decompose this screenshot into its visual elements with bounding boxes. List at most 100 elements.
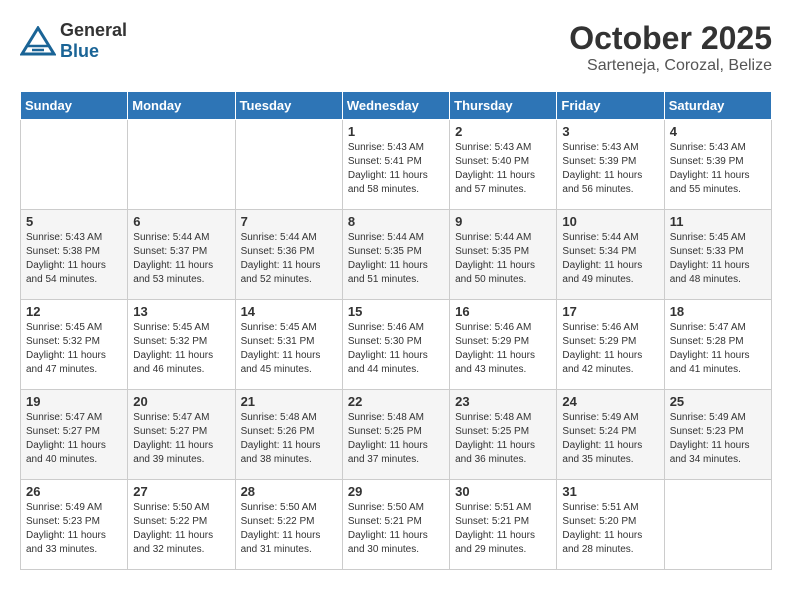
table-row (664, 480, 771, 570)
table-row: 10 Sunrise: 5:44 AM Sunset: 5:34 PM Dayli… (557, 210, 664, 300)
header-thursday: Thursday (450, 92, 557, 120)
calendar-week-row: 19 Sunrise: 5:47 AM Sunset: 5:27 PM Dayli… (21, 390, 772, 480)
table-row: 20 Sunrise: 5:47 AM Sunset: 5:27 PM Dayli… (128, 390, 235, 480)
table-row: 29Sunrise: 5:50 AM Sunset: 5:21 PM Dayli… (342, 480, 449, 570)
page-header: General Blue October 2025 Sarteneja, Cor… (20, 20, 772, 75)
day-number: 19 (26, 394, 122, 409)
day-info: Sunrise: 5:44 AM Sunset: 5:34 PM Dayligh… (562, 231, 658, 287)
table-row (128, 120, 235, 210)
day-info: Sunrise: 5:46 AM Sunset: 5:30 PM Dayligh… (348, 321, 444, 377)
day-info: Sunrise: 5:46 AM Sunset: 5:29 PM Dayligh… (455, 321, 551, 377)
day-info: Sunrise: 5:47 AM Sunset: 5:27 PM Dayligh… (26, 411, 122, 467)
day-info: Sunrise: 5:49 AM Sunset: 5:23 PM Dayligh… (670, 411, 766, 467)
table-row: 1Sunrise: 5:43 AM Sunset: 5:41 PM Daylig… (342, 120, 449, 210)
table-row: 9Sunrise: 5:44 AM Sunset: 5:35 PM Daylig… (450, 210, 557, 300)
day-number: 27 (133, 484, 229, 499)
day-info: Sunrise: 5:45 AM Sunset: 5:32 PM Dayligh… (133, 321, 229, 377)
day-number: 16 (455, 304, 551, 319)
day-number: 15 (348, 304, 444, 319)
table-row: 13 Sunrise: 5:45 AM Sunset: 5:32 PM Dayli… (128, 300, 235, 390)
day-number: 18 (670, 304, 766, 319)
day-info: Sunrise: 5:50 AM Sunset: 5:22 PM Dayligh… (133, 501, 229, 557)
day-number: 26 (26, 484, 122, 499)
table-row: 3 Sunrise: 5:43 AM Sunset: 5:39 PM Daylig… (557, 120, 664, 210)
weekday-header-row: Sunday Monday Tuesday Wednesday Thursday… (21, 92, 772, 120)
table-row: 23 Sunrise: 5:48 AM Sunset: 5:25 PM Dayli… (450, 390, 557, 480)
day-info: Sunrise: 5:46 AM Sunset: 5:29 PM Dayligh… (562, 321, 658, 377)
day-info: Sunrise: 5:47 AM Sunset: 5:27 PM Dayligh… (133, 411, 229, 467)
header-friday: Friday (557, 92, 664, 120)
table-row: 5 Sunrise: 5:43 AM Sunset: 5:38 PM Daylig… (21, 210, 128, 300)
day-number: 24 (562, 394, 658, 409)
table-row (235, 120, 342, 210)
day-number: 29 (348, 484, 444, 499)
table-row: 17Sunrise: 5:46 AM Sunset: 5:29 PM Dayli… (557, 300, 664, 390)
calendar-location: Sarteneja, Corozal, Belize (569, 57, 772, 75)
day-number: 21 (241, 394, 337, 409)
calendar-week-row: 26 Sunrise: 5:49 AM Sunset: 5:23 PM Dayli… (21, 480, 772, 570)
day-number: 3 (562, 124, 658, 139)
day-info: Sunrise: 5:49 AM Sunset: 5:24 PM Dayligh… (562, 411, 658, 467)
table-row: 25 Sunrise: 5:49 AM Sunset: 5:23 PM Dayli… (664, 390, 771, 480)
calendar-table: Sunday Monday Tuesday Wednesday Thursday… (20, 91, 772, 570)
table-row: 28 Sunrise: 5:50 AM Sunset: 5:22 PM Dayli… (235, 480, 342, 570)
calendar-week-row: 12 Sunrise: 5:45 AM Sunset: 5:32 PM Dayli… (21, 300, 772, 390)
day-info: Sunrise: 5:49 AM Sunset: 5:23 PM Dayligh… (26, 501, 122, 557)
day-info: Sunrise: 5:44 AM Sunset: 5:35 PM Dayligh… (348, 231, 444, 287)
table-row: 26 Sunrise: 5:49 AM Sunset: 5:23 PM Dayli… (21, 480, 128, 570)
day-info: Sunrise: 5:43 AM Sunset: 5:38 PM Dayligh… (26, 231, 122, 287)
table-row: 27 Sunrise: 5:50 AM Sunset: 5:22 PM Dayli… (128, 480, 235, 570)
header-saturday: Saturday (664, 92, 771, 120)
day-number: 28 (241, 484, 337, 499)
header-tuesday: Tuesday (235, 92, 342, 120)
day-info: Sunrise: 5:48 AM Sunset: 5:25 PM Dayligh… (455, 411, 551, 467)
day-number: 8 (348, 214, 444, 229)
day-number: 20 (133, 394, 229, 409)
table-row: 4Sunrise: 5:43 AM Sunset: 5:39 PM Daylig… (664, 120, 771, 210)
day-number: 25 (670, 394, 766, 409)
calendar-title: October 2025 (569, 20, 772, 57)
table-row: 19 Sunrise: 5:47 AM Sunset: 5:27 PM Dayli… (21, 390, 128, 480)
table-row: 14 Sunrise: 5:45 AM Sunset: 5:31 PM Dayli… (235, 300, 342, 390)
day-info: Sunrise: 5:48 AM Sunset: 5:25 PM Dayligh… (348, 411, 444, 467)
day-info: Sunrise: 5:45 AM Sunset: 5:31 PM Dayligh… (241, 321, 337, 377)
day-number: 7 (241, 214, 337, 229)
day-info: Sunrise: 5:44 AM Sunset: 5:36 PM Dayligh… (241, 231, 337, 287)
table-row: 22Sunrise: 5:48 AM Sunset: 5:25 PM Dayli… (342, 390, 449, 480)
header-monday: Monday (128, 92, 235, 120)
header-wednesday: Wednesday (342, 92, 449, 120)
table-row: 12Sunrise: 5:45 AM Sunset: 5:32 PM Dayli… (21, 300, 128, 390)
table-row: 8 Sunrise: 5:44 AM Sunset: 5:35 PM Daylig… (342, 210, 449, 300)
calendar-week-row: 5 Sunrise: 5:43 AM Sunset: 5:38 PM Daylig… (21, 210, 772, 300)
title-block: October 2025 Sarteneja, Corozal, Belize (569, 20, 772, 75)
table-row: 24 Sunrise: 5:49 AM Sunset: 5:24 PM Dayli… (557, 390, 664, 480)
table-row: 31 Sunrise: 5:51 AM Sunset: 5:20 PM Dayli… (557, 480, 664, 570)
day-number: 13 (133, 304, 229, 319)
day-number: 4 (670, 124, 766, 139)
day-number: 9 (455, 214, 551, 229)
day-info: Sunrise: 5:48 AM Sunset: 5:26 PM Dayligh… (241, 411, 337, 467)
day-number: 6 (133, 214, 229, 229)
day-info: Sunrise: 5:44 AM Sunset: 5:37 PM Dayligh… (133, 231, 229, 287)
table-row: 2Sunrise: 5:43 AM Sunset: 5:40 PM Daylig… (450, 120, 557, 210)
table-row: 16 Sunrise: 5:46 AM Sunset: 5:29 PM Dayli… (450, 300, 557, 390)
table-row (21, 120, 128, 210)
header-sunday: Sunday (21, 92, 128, 120)
day-info: Sunrise: 5:51 AM Sunset: 5:20 PM Dayligh… (562, 501, 658, 557)
day-info: Sunrise: 5:51 AM Sunset: 5:21 PM Dayligh… (455, 501, 551, 557)
day-number: 31 (562, 484, 658, 499)
day-number: 11 (670, 214, 766, 229)
table-row: 21 Sunrise: 5:48 AM Sunset: 5:26 PM Dayli… (235, 390, 342, 480)
day-number: 10 (562, 214, 658, 229)
day-info: Sunrise: 5:50 AM Sunset: 5:22 PM Dayligh… (241, 501, 337, 557)
day-number: 23 (455, 394, 551, 409)
day-number: 14 (241, 304, 337, 319)
day-number: 2 (455, 124, 551, 139)
day-number: 5 (26, 214, 122, 229)
table-row: 18 Sunrise: 5:47 AM Sunset: 5:28 PM Dayli… (664, 300, 771, 390)
day-number: 12 (26, 304, 122, 319)
table-row: 30Sunrise: 5:51 AM Sunset: 5:21 PM Dayli… (450, 480, 557, 570)
day-info: Sunrise: 5:47 AM Sunset: 5:28 PM Dayligh… (670, 321, 766, 377)
day-info: Sunrise: 5:43 AM Sunset: 5:39 PM Dayligh… (562, 141, 658, 197)
calendar-week-row: 1Sunrise: 5:43 AM Sunset: 5:41 PM Daylig… (21, 120, 772, 210)
